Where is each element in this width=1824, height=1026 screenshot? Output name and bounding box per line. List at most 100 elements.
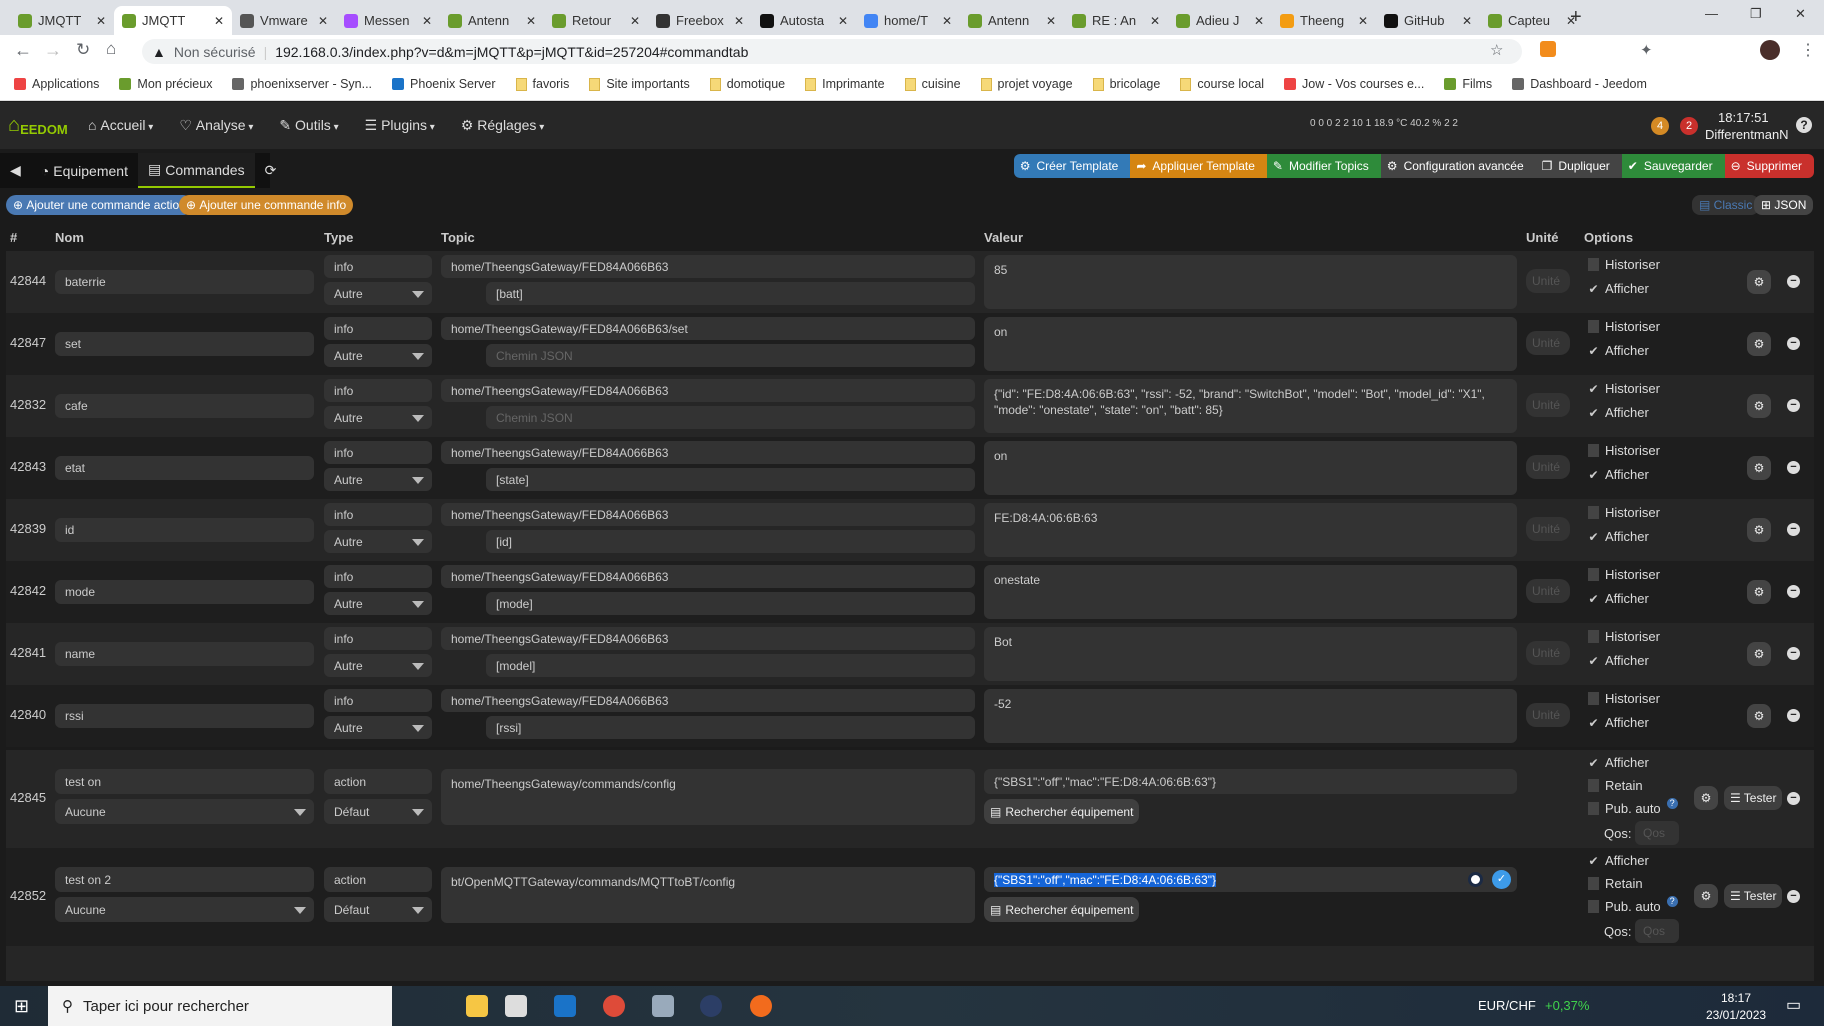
omnibox[interactable]: ▲ Non sécurisé | 192.168.0.3/index.php?v… [142, 39, 1522, 64]
historiser-checkbox[interactable]: ✔ Historiser [1588, 381, 1659, 396]
unit-input[interactable]: Unité [1526, 455, 1570, 479]
profile-avatar[interactable] [1760, 40, 1780, 60]
historiser-checkbox[interactable]: Historiser [1588, 319, 1660, 334]
pub-auto-checkbox[interactable]: Pub. auto? [1588, 798, 1678, 816]
checkbox-checked[interactable]: ✔ [1588, 344, 1599, 358]
tab-close-icon[interactable]: ✕ [526, 14, 536, 28]
browser-tab[interactable]: Antenn ✕ [440, 6, 544, 35]
topic-input[interactable]: home/TheengsGateway/FED84A066B63 [441, 689, 975, 712]
windows-start-icon[interactable]: ⊞ [14, 996, 29, 1017]
afficher-checkbox[interactable]: ✔ Afficher [1588, 529, 1648, 544]
browser-tab[interactable]: Autosta ✕ [752, 6, 856, 35]
value-textarea[interactable]: on [984, 317, 1517, 371]
retain-checkbox[interactable]: Retain [1588, 778, 1643, 793]
advanced-config-icon[interactable]: ⚙ [1747, 394, 1771, 418]
bookmark-item[interactable]: course local [1180, 77, 1264, 91]
afficher-checkbox[interactable]: ✔ Afficher [1588, 755, 1648, 770]
modify-topics-button[interactable]: ✎ Modifier Topics [1266, 154, 1381, 178]
home-icon[interactable]: ⌂ [106, 39, 116, 59]
topic-input[interactable]: home/TheengsGateway/FED84A066B63 [441, 565, 975, 588]
subtype-select[interactable]: Autre [324, 530, 432, 553]
tab-close-icon[interactable]: ✕ [838, 14, 848, 28]
unit-input[interactable]: Unité [1526, 641, 1570, 665]
qos-input[interactable]: Qos [1635, 821, 1679, 845]
command-name-input[interactable]: id [55, 518, 314, 542]
menu-icon[interactable]: ⋮ [1800, 40, 1816, 60]
historiser-checkbox[interactable]: Historiser [1588, 257, 1660, 272]
command-name-input[interactable]: test on [55, 769, 314, 794]
browser-tab[interactable]: Retour ✕ [544, 6, 648, 35]
browser-tab[interactable]: GitHub ✕ [1376, 6, 1480, 35]
bookmark-item[interactable]: Site importants [589, 77, 690, 91]
user-name[interactable]: DifferentmanN [1705, 127, 1797, 142]
browser-tab[interactable]: Antenn ✕ [960, 6, 1064, 35]
advanced-config-icon[interactable]: ⚙ [1747, 332, 1771, 356]
save-button[interactable]: ✔ Sauvegarder [1621, 154, 1725, 178]
remove-command-icon[interactable]: − [1787, 275, 1800, 288]
browser-tab[interactable]: Vmware ✕ [232, 6, 336, 35]
reload-icon[interactable]: ↻ [76, 40, 90, 60]
add-action-command-button[interactable]: ⊕ Ajouter une commande action [6, 195, 193, 215]
forward-icon[interactable]: → [44, 40, 62, 61]
advanced-config-icon[interactable]: ⚙ [1747, 270, 1771, 294]
json-path-input[interactable]: [batt] [486, 282, 975, 305]
command-name-input[interactable]: set [55, 332, 314, 356]
app-icon-3[interactable] [750, 995, 772, 1017]
topic-input[interactable]: home/TheengsGateway/FED84A066B63 [441, 379, 975, 402]
afficher-checkbox[interactable]: ✔ Afficher [1588, 715, 1648, 730]
value-textarea[interactable]: FE:D8:4A:06:6B:63 [984, 503, 1517, 557]
classic-view-button[interactable]: ▤ Classic [1692, 195, 1760, 215]
topic-input[interactable]: home/TheengsGateway/FED84A066B63/set [441, 317, 975, 340]
subtype-select[interactable]: Autre [324, 592, 432, 615]
tab-close-icon[interactable]: ✕ [422, 14, 432, 28]
browser-tab[interactable]: Freebox ✕ [648, 6, 752, 35]
puzzle-icon[interactable]: ✦ [1640, 41, 1653, 59]
tester-button[interactable]: ☰ Tester [1724, 884, 1783, 908]
subtype-select[interactable]: Autre [324, 654, 432, 677]
historiser-checkbox[interactable]: Historiser [1588, 691, 1660, 706]
restore-icon[interactable]: ❐ [1750, 6, 1762, 22]
bookmark-item[interactable]: bricolage [1092, 77, 1160, 91]
bookmark-item[interactable]: domotique [709, 77, 785, 91]
remove-command-icon[interactable]: − [1787, 890, 1800, 903]
advanced-config-icon[interactable]: ⚙ [1694, 786, 1718, 810]
tab-close-icon[interactable]: ✕ [1046, 14, 1056, 28]
remove-command-icon[interactable]: − [1787, 709, 1800, 722]
apply-template-button[interactable]: ➦ Appliquer Template [1130, 154, 1267, 178]
retain-checkbox[interactable]: Retain [1588, 876, 1643, 891]
tab-close-icon[interactable]: ✕ [1150, 14, 1160, 28]
unit-input[interactable]: Unité [1526, 331, 1570, 355]
checkbox-unchecked[interactable] [1588, 444, 1599, 457]
topic-textarea[interactable]: bt/OpenMQTTGateway/commands/MQTTtoBT/con… [441, 867, 975, 923]
checkbox-unchecked[interactable] [1588, 779, 1599, 792]
tab-close-icon[interactable]: ✕ [214, 14, 224, 28]
command-name-input[interactable]: cafe [55, 394, 314, 418]
unit-input[interactable]: Unité [1526, 269, 1570, 293]
remove-command-icon[interactable]: − [1787, 337, 1800, 350]
bookmark-item[interactable]: Mon précieux [119, 77, 212, 91]
unit-input[interactable]: Unité [1526, 703, 1570, 727]
advanced-config-icon[interactable]: ⚙ [1747, 456, 1771, 480]
search-equipment-button[interactable]: ▤ Rechercher équipement [984, 799, 1140, 824]
browser-tab[interactable]: Adieu J ✕ [1168, 6, 1272, 35]
checkbox-checked[interactable]: ✔ [1588, 654, 1599, 668]
advanced-config-icon[interactable]: ⚙ [1694, 884, 1718, 908]
value-input[interactable]: {"SBS1":"off","mac":"FE:D8:4A:06:6B:63"} [984, 769, 1517, 794]
subtype-select[interactable]: Autre [324, 716, 432, 739]
menu-accueil[interactable]: ⌂ Accueil ▾ [88, 117, 153, 134]
subtype-select[interactable]: Autre [324, 468, 432, 491]
bookmark-item[interactable]: Films [1444, 77, 1492, 91]
taskbar-search[interactable]: ⚲ Taper ici pour rechercher [48, 986, 392, 1026]
json-path-input[interactable]: Chemin JSON [486, 406, 975, 429]
checkbox-checked[interactable]: ✔ [1588, 854, 1599, 868]
afficher-checkbox[interactable]: ✔ Afficher [1588, 653, 1648, 668]
jeedom-logo[interactable]: ⌂ EEDOM [8, 114, 70, 137]
historiser-checkbox[interactable]: Historiser [1588, 629, 1660, 644]
advanced-config-icon[interactable]: ⚙ [1747, 518, 1771, 542]
remove-command-icon[interactable]: − [1787, 523, 1800, 536]
command-name-input[interactable]: name [55, 642, 314, 666]
tester-button[interactable]: ☰ Tester [1724, 786, 1783, 810]
subtype-select[interactable]: Autre [324, 406, 432, 429]
unit-input[interactable]: Unité [1526, 393, 1570, 417]
afficher-checkbox[interactable]: ✔ Afficher [1588, 467, 1648, 482]
